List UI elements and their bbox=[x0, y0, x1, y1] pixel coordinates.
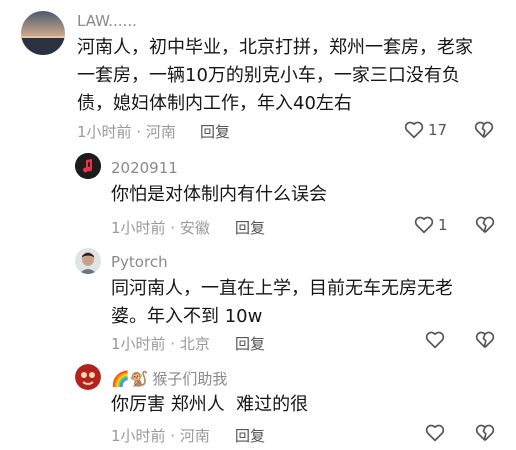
time-location: 1小时前 · 安徽 bbox=[111, 219, 210, 237]
lake-sunset-avatar-icon bbox=[21, 11, 65, 55]
username[interactable]: 2020911 bbox=[111, 159, 178, 177]
avatar[interactable] bbox=[75, 248, 101, 274]
heart-icon[interactable] bbox=[425, 331, 445, 349]
broken-heart-icon[interactable] bbox=[475, 216, 495, 234]
person-avatar-icon bbox=[75, 248, 101, 274]
reply-button[interactable]: 回复 bbox=[235, 425, 265, 446]
comment-text: 你厉害 郑州人 难过的很 bbox=[111, 394, 309, 415]
broken-heart-icon[interactable] bbox=[475, 424, 495, 442]
time-location: 1小时前 · 北京 bbox=[111, 335, 210, 353]
username[interactable]: 🌈🐒 猴子们助我 bbox=[111, 368, 227, 389]
avatar[interactable] bbox=[75, 364, 101, 390]
time-location: 1小时前 · 河南 bbox=[77, 123, 176, 141]
username-text: 猴子们助我 bbox=[152, 370, 228, 388]
comment-text: 同河南人，一直在上学，目前无车无房无老 婆。年入不到 10w bbox=[111, 278, 453, 327]
comment-text: 你怕是对体制内有什么误会 bbox=[111, 184, 327, 205]
username[interactable]: Pytorch bbox=[111, 253, 168, 271]
heart-icon[interactable] bbox=[414, 216, 434, 234]
avatar[interactable] bbox=[21, 11, 65, 55]
comment-text: 河南人，初中毕业，北京打拼，郑州一套房，老家 一套房，一辆10万的别克小车，一家… bbox=[77, 37, 473, 114]
avatar[interactable] bbox=[75, 153, 101, 179]
reply-button[interactable]: 回复 bbox=[235, 333, 265, 354]
username-emoji: 🌈🐒 bbox=[111, 370, 149, 388]
red-character-avatar-icon bbox=[75, 364, 101, 390]
like-count: 17 bbox=[428, 121, 448, 139]
heart-icon[interactable] bbox=[425, 424, 445, 442]
heart-icon[interactable] bbox=[404, 121, 424, 139]
music-note-avatar-icon bbox=[75, 153, 101, 179]
like-count: 1 bbox=[438, 216, 448, 234]
time-location: 1小时前 · 河南 bbox=[111, 427, 210, 445]
reply-button[interactable]: 回复 bbox=[235, 217, 265, 238]
broken-heart-icon[interactable] bbox=[474, 121, 494, 139]
reply-button[interactable]: 回复 bbox=[200, 121, 230, 142]
broken-heart-icon[interactable] bbox=[475, 331, 495, 349]
username[interactable]: LAW...... bbox=[77, 12, 137, 30]
